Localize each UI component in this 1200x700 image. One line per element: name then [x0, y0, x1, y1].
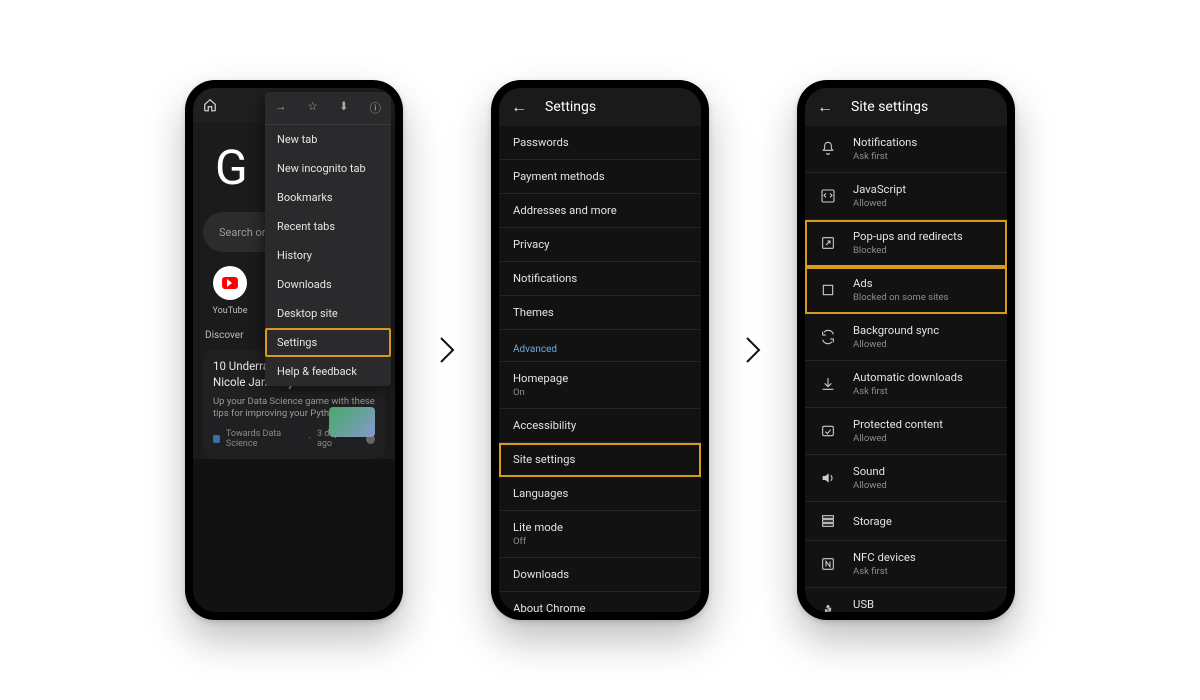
menu-settings[interactable]: Settings — [265, 328, 391, 357]
settings-title: Settings — [545, 99, 596, 115]
row-ads[interactable]: AdsBlocked on some sites — [805, 267, 1007, 314]
menu-history[interactable]: History — [265, 241, 391, 270]
screen-1: G Search or type w YouTube f Fac Discove… — [193, 88, 395, 612]
sync-icon — [819, 328, 837, 346]
row-nfc-devices[interactable]: NFC devicesAsk first — [805, 541, 1007, 588]
protected-icon — [819, 422, 837, 440]
row-homepage[interactable]: HomepageOn — [499, 362, 701, 409]
row-javascript[interactable]: JavaScriptAllowed — [805, 173, 1007, 220]
back-icon[interactable]: ← — [511, 97, 527, 117]
row-automatic-downloads[interactable]: Automatic downloadsAsk first — [805, 361, 1007, 408]
row-site-settings[interactable]: Site settings — [499, 443, 701, 477]
menu-downloads[interactable]: Downloads — [265, 270, 391, 299]
source-favicon — [213, 435, 220, 443]
row-lite-mode[interactable]: Lite modeOff — [499, 511, 701, 558]
bell-icon — [819, 140, 837, 158]
row-usb[interactable]: USBAsk first — [805, 588, 1007, 612]
speaker-icon — [819, 469, 837, 487]
row-about-chrome[interactable]: About Chrome — [499, 592, 701, 612]
section-advanced: Advanced — [499, 330, 701, 362]
square-icon — [819, 281, 837, 299]
phone-frame-2: ← Settings Passwords Payment methods Add… — [491, 80, 709, 620]
nfc-icon — [819, 555, 837, 573]
home-icon[interactable] — [203, 98, 217, 112]
site-settings-title: Site settings — [851, 99, 928, 115]
row-languages[interactable]: Languages — [499, 477, 701, 511]
row-notifications[interactable]: NotificationsAsk first — [805, 126, 1007, 173]
row-passwords[interactable]: Passwords — [499, 126, 701, 160]
row-accessibility[interactable]: Accessibility — [499, 409, 701, 443]
row-themes[interactable]: Themes — [499, 296, 701, 330]
row-addresses[interactable]: Addresses and more — [499, 194, 701, 228]
overflow-menu-top-row: → ☆ ⬇ ⓘ — [265, 92, 391, 125]
menu-desktop-site[interactable]: Desktop site — [265, 299, 391, 328]
phone-frame-1: G Search or type w YouTube f Fac Discove… — [185, 80, 403, 620]
shortcut-youtube[interactable]: YouTube — [207, 266, 253, 316]
row-downloads[interactable]: Downloads — [499, 558, 701, 592]
menu-help-feedback[interactable]: Help & feedback — [265, 357, 391, 386]
row-notifications[interactable]: Notifications — [499, 262, 701, 296]
star-icon[interactable]: ☆ — [308, 100, 318, 116]
settings-list: Passwords Payment methods Addresses and … — [499, 126, 701, 612]
step-arrow-1 — [433, 336, 461, 364]
screen-2: ← Settings Passwords Payment methods Add… — [499, 88, 701, 612]
screen-3: ← Site settings NotificationsAsk firstJa… — [805, 88, 1007, 612]
row-pop-ups-and-redirects[interactable]: Pop-ups and redirectsBlocked — [805, 220, 1007, 267]
info-icon[interactable]: ⓘ — [370, 100, 381, 116]
row-sound[interactable]: SoundAllowed — [805, 455, 1007, 502]
js-icon — [819, 187, 837, 205]
menu-new-incognito-tab[interactable]: New incognito tab — [265, 154, 391, 183]
phone-frame-3: ← Site settings NotificationsAsk firstJa… — [797, 80, 1015, 620]
back-icon[interactable]: ← — [817, 97, 833, 117]
storage-icon — [819, 512, 837, 530]
card-thumbnail — [329, 407, 375, 437]
usb-icon — [819, 602, 837, 612]
forward-icon[interactable]: → — [275, 100, 286, 116]
row-protected-content[interactable]: Protected contentAllowed — [805, 408, 1007, 455]
row-background-sync[interactable]: Background syncAllowed — [805, 314, 1007, 361]
row-storage[interactable]: Storage — [805, 502, 1007, 541]
menu-recent-tabs[interactable]: Recent tabs — [265, 212, 391, 241]
row-payment-methods[interactable]: Payment methods — [499, 160, 701, 194]
launch-icon — [819, 234, 837, 252]
settings-appbar: ← Settings — [499, 88, 701, 126]
download-icon[interactable]: ⬇ — [339, 100, 348, 116]
overflow-menu: → ☆ ⬇ ⓘ New tab New incognito tab Bookma… — [265, 92, 391, 386]
step-arrow-2 — [739, 336, 767, 364]
youtube-icon — [213, 266, 247, 300]
menu-new-tab[interactable]: New tab — [265, 125, 391, 154]
menu-bookmarks[interactable]: Bookmarks — [265, 183, 391, 212]
site-settings-list: NotificationsAsk firstJavaScriptAllowedP… — [805, 126, 1007, 612]
site-settings-appbar: ← Site settings — [805, 88, 1007, 126]
download-icon — [819, 375, 837, 393]
row-privacy[interactable]: Privacy — [499, 228, 701, 262]
